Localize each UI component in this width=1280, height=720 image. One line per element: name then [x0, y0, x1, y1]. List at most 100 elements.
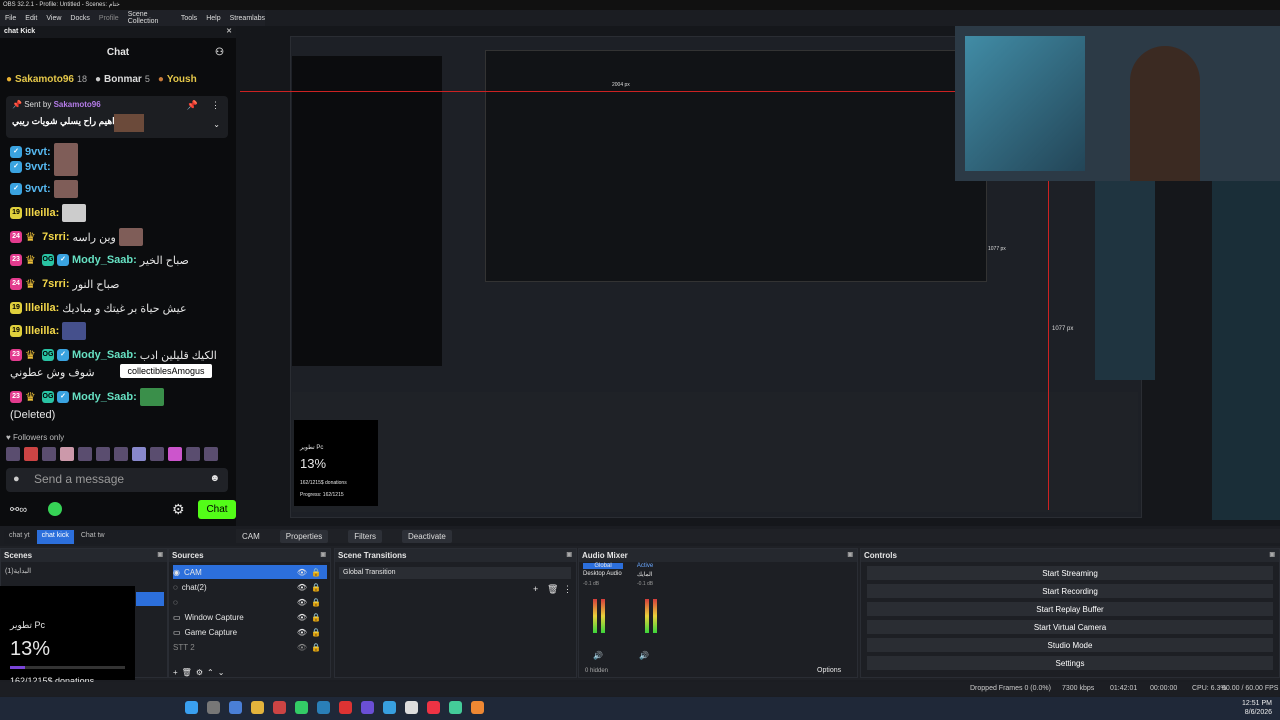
start-recording-button[interactable]: Start Recording: [867, 584, 1273, 598]
audio-mixer-dock: Audio Mixer ▣ Global Active Desktop Audio…: [578, 548, 858, 678]
menu-view[interactable]: View: [46, 15, 61, 22]
source-item[interactable]: ▭ Game Capture 👁 🔒: [173, 625, 327, 639]
nested-inner-preview: [485, 50, 987, 282]
crown-icon: ♛: [25, 253, 36, 267]
send-placeholder: Send a message: [34, 472, 125, 486]
gifter-item[interactable]: ● Yoush: [158, 72, 197, 86]
users-icon[interactable]: ⚇: [215, 44, 224, 62]
emote-row[interactable]: [6, 447, 221, 463]
up-icon: ⌃: [207, 667, 214, 677]
start-replay-buffer-button[interactable]: Start Replay Buffer: [867, 602, 1273, 616]
start-streaming-button[interactable]: Start Streaming: [867, 566, 1273, 580]
tab-chat-kick[interactable]: chat kick: [36, 530, 74, 544]
discord-icon[interactable]: [361, 701, 374, 714]
tab-chat-tw[interactable]: Chat tw: [75, 530, 110, 544]
more-icon[interactable]: ⋮: [211, 100, 220, 111]
emote: [139, 388, 164, 406]
obs-icon[interactable]: [405, 701, 418, 714]
pinned-message[interactable]: 📌 Sent by Sakamoto96 ابراهيم راح يسلي شو…: [6, 96, 228, 138]
trash-icon[interactable]: 🗑: [547, 584, 558, 595]
add-icon[interactable]: +: [533, 584, 538, 594]
more-icon[interactable]: ⋮: [563, 584, 572, 595]
heart-icon: ♥: [6, 433, 11, 442]
send-message-input[interactable]: ● Send a message ☻: [6, 468, 228, 492]
tab-global[interactable]: Global: [583, 563, 623, 569]
deactivate-button[interactable]: Deactivate: [402, 529, 452, 543]
kick-icon[interactable]: [48, 502, 62, 516]
crown-icon: ♛: [25, 277, 36, 291]
menu-docks[interactable]: Docks: [70, 15, 89, 22]
chat-message: 19 llleilla:: [10, 203, 87, 223]
studio-mode-button[interactable]: Studio Mode: [867, 638, 1273, 652]
chevron-down-icon[interactable]: ⌄: [213, 120, 220, 129]
menu-edit[interactable]: Edit: [25, 15, 37, 22]
folder-icon[interactable]: [251, 701, 264, 714]
progress-title: تطوير Pc: [10, 620, 46, 630]
verified-badge-icon: ✓: [10, 183, 22, 195]
chat-message: 23 ♛ OG ✓ Mody_Saab:: [10, 387, 164, 407]
app-icon[interactable]: [427, 701, 440, 714]
emoji-icon[interactable]: ☻: [209, 473, 220, 484]
options-button[interactable]: Options: [817, 667, 841, 674]
menu-profile[interactable]: Profile: [99, 15, 119, 22]
pinned-sender-line: 📌 Sent by Sakamoto96: [12, 100, 101, 109]
app-icon[interactable]: [339, 701, 352, 714]
clock[interactable]: 12:51 PM 8/6/2026: [1242, 699, 1272, 717]
webcam-overlay: [955, 26, 1280, 181]
menu-help[interactable]: Help: [206, 15, 220, 22]
eye-icon: 👁: [296, 597, 307, 607]
properties-button[interactable]: Properties: [279, 529, 329, 543]
start-icon[interactable]: [185, 701, 198, 714]
speaker-icon[interactable]: 🔊: [593, 651, 603, 660]
verified-badge-icon: ✓: [57, 391, 69, 403]
source-item[interactable]: ◉ CAM 👁 🔒: [173, 565, 327, 579]
gifter-item[interactable]: ● Sakamoto96 18: [6, 72, 87, 86]
close-icon[interactable]: ✕: [226, 26, 232, 38]
gifter-item[interactable]: ● Bonmar 5: [95, 72, 150, 86]
link-icon[interactable]: ⚯∞: [10, 503, 27, 516]
status-bar: Dropped Frames 0 (0.0%) 7300 kbps 01:42:…: [0, 682, 1280, 696]
pin-icon[interactable]: 📌: [187, 100, 198, 111]
progress-percent: 13%: [10, 638, 51, 660]
pinned-text: ابراهيم راح يسلي شويات ريبي: [12, 116, 125, 126]
emote: [62, 204, 87, 222]
scene-item[interactable]: البداية(1): [5, 567, 31, 575]
menu-tools[interactable]: Tools: [181, 15, 197, 22]
tab-chat-yt[interactable]: chat yt: [4, 530, 35, 544]
source-name: CAM: [242, 531, 260, 541]
dimension-label: 1077 px: [988, 246, 1006, 252]
app-icon[interactable]: [273, 701, 286, 714]
sources-title: Sources: [172, 551, 204, 560]
chat-send-button[interactable]: Chat: [198, 500, 236, 519]
alignment-guide: [240, 91, 1040, 92]
followers-feed: [1212, 180, 1280, 520]
speaker-icon[interactable]: 🔊: [639, 651, 649, 660]
telegram-icon[interactable]: [383, 701, 396, 714]
channel-label: المايك: [637, 572, 653, 578]
emote-tooltip: collectiblesAmogus: [120, 364, 212, 378]
source-item[interactable]: ◌ 👁 🔒: [173, 595, 327, 609]
chat-footer: ⚯∞ ⚙ Chat: [6, 500, 236, 520]
filters-button[interactable]: Filters: [348, 529, 383, 543]
menu-scene-collection[interactable]: Scene Collection: [128, 11, 172, 25]
chrome-icon[interactable]: [471, 701, 484, 714]
steam-icon[interactable]: [317, 701, 330, 714]
settings-button[interactable]: Settings: [867, 656, 1273, 670]
chat-dock-header: chat Kick ✕: [0, 26, 236, 38]
app-icon[interactable]: [449, 701, 462, 714]
search-icon[interactable]: [207, 701, 220, 714]
app-icon[interactable]: [229, 701, 242, 714]
eye-icon: 👁: [296, 567, 307, 577]
source-item[interactable]: STT 2 👁 🔒: [173, 640, 327, 654]
start-virtual-camera-button[interactable]: Start Virtual Camera: [867, 620, 1273, 634]
gear-icon[interactable]: ⚙: [172, 501, 185, 518]
source-item[interactable]: ◌ chat(2) 👁 🔒: [173, 580, 327, 594]
scene-item-selected[interactable]: [136, 592, 164, 606]
source-item[interactable]: ▭ Window Capture 👁 🔒: [173, 610, 327, 624]
app-icon[interactable]: [295, 701, 308, 714]
tab-active[interactable]: Active: [625, 563, 665, 569]
menu-streamlabs[interactable]: Streamlabs: [230, 15, 265, 22]
menu-file[interactable]: File: [5, 15, 16, 22]
eye-icon: 👁: [296, 627, 307, 637]
transition-select[interactable]: Global Transition: [339, 567, 571, 579]
